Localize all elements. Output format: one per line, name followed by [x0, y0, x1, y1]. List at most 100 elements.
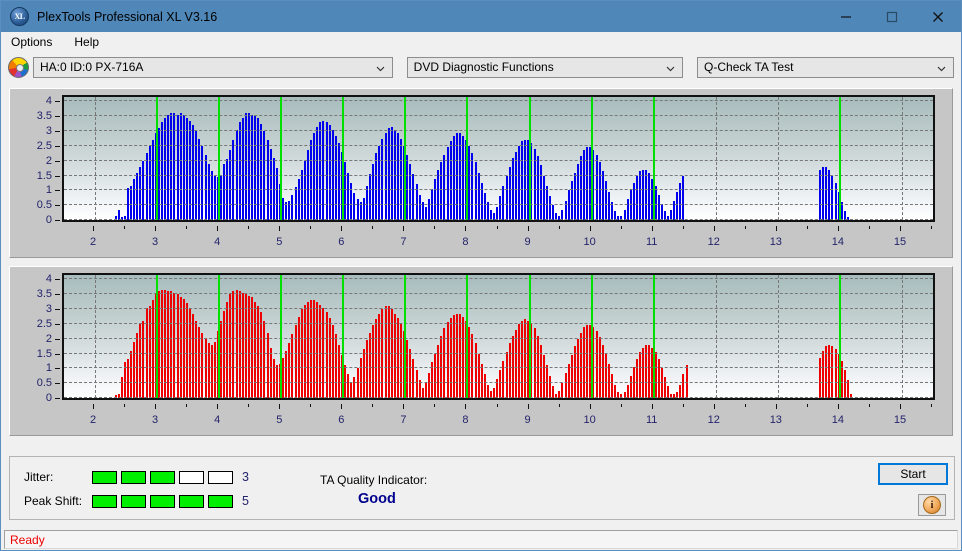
chart-bar: [626, 199, 629, 220]
y-axis-tick-label: 2: [45, 154, 52, 167]
chart-bar: [406, 340, 409, 398]
x-axis-tick: [93, 226, 95, 231]
chart-bar: [598, 162, 601, 220]
chart-bar: [325, 122, 328, 220]
chart-bar: [266, 332, 269, 398]
chart-bar: [679, 384, 682, 398]
chart-bar: [440, 162, 443, 220]
y-axis-tick-label: 3: [45, 125, 52, 138]
chart-bar: [232, 139, 235, 220]
chart-bar: [400, 138, 403, 220]
chart-bar: [604, 181, 607, 220]
chart-bar: [477, 353, 480, 398]
minimize-button[interactable]: [823, 1, 869, 32]
x-axis-tick-label: 5: [276, 236, 283, 248]
gridline-vertical: [777, 275, 779, 398]
chart-bar: [449, 317, 452, 398]
chart-bar: [260, 312, 263, 398]
chevron-down-icon: [937, 62, 946, 72]
chart-bar: [285, 350, 288, 398]
chart-bar: [319, 122, 322, 220]
gridline-vertical: [715, 275, 717, 398]
test-select[interactable]: Q-Check TA Test: [697, 56, 955, 78]
gauge-segment: [121, 494, 146, 508]
track-marker: [280, 97, 283, 220]
gauge-segment: [121, 470, 146, 484]
track-marker: [590, 275, 593, 398]
x-axis-tick-label: 10: [583, 236, 596, 248]
chart-bar: [133, 178, 136, 220]
peak-shift-gauge: [92, 494, 237, 508]
jitter-chart-plot: [62, 95, 935, 222]
gauge-segment: [208, 494, 233, 508]
chart-bar: [201, 145, 204, 220]
chart-bar: [607, 363, 610, 398]
x-axis-tick: [155, 226, 157, 231]
chart-bar: [834, 349, 837, 398]
chart-bar: [502, 185, 505, 220]
y-axis-tick: [55, 368, 60, 370]
chart-bar: [424, 206, 427, 220]
y-axis-tick-label: 4: [45, 273, 52, 286]
chart-bar: [365, 185, 368, 220]
x-axis-tick: [713, 226, 715, 231]
x-axis-tick-label: 12: [707, 414, 720, 426]
jitter-value: 3: [242, 470, 249, 484]
maximize-button[interactable]: [869, 1, 915, 32]
chart-bar: [213, 341, 216, 398]
gridline-horizontal: [64, 219, 933, 220]
chart-bar: [409, 349, 412, 398]
gauge-segment: [92, 470, 117, 484]
chart-bar: [635, 359, 638, 398]
chart-bar: [536, 156, 539, 220]
jitter-chart-x-axis: 2 3 4 5 6 7 8 9 10 11 12 13 14 15: [62, 226, 935, 252]
track-marker: [838, 275, 841, 398]
chart-bar: [372, 325, 375, 398]
x-axis-tick-label: 10: [583, 414, 596, 426]
chart-bar: [642, 347, 645, 398]
y-axis-tick: [55, 205, 60, 207]
gauge-segment: [150, 470, 175, 484]
menu-item-help[interactable]: Help: [71, 34, 102, 50]
chart-bar: [586, 325, 589, 398]
menu-item-options[interactable]: Options: [8, 34, 55, 50]
function-select[interactable]: DVD Diagnostic Functions: [406, 56, 684, 78]
status-bar: Ready: [4, 530, 958, 549]
x-axis-minor-tick: [434, 226, 436, 229]
chart-bar: [499, 196, 502, 220]
chart-bar: [282, 358, 285, 398]
jitter-chart-panel: 0 0.5 1 1.5 2 2.5 3 3.5 4 2 3 4 5 6 7 8 9 10 11 12 13 14 15: [9, 88, 953, 258]
close-button[interactable]: [915, 1, 961, 32]
chart-bar: [288, 343, 291, 398]
chart-bar: [682, 175, 685, 220]
gridline-vertical: [901, 97, 903, 220]
chart-bar: [434, 178, 437, 220]
chart-bar: [192, 313, 195, 398]
gridline-horizontal: [64, 397, 933, 398]
y-axis-tick-label: 2.5: [36, 317, 52, 330]
chart-bar: [306, 150, 309, 220]
y-axis-tick-label: 0.5: [36, 199, 52, 212]
x-axis-tick: [341, 226, 343, 231]
y-axis-tick: [55, 323, 60, 325]
chart-bar: [260, 123, 263, 220]
chart-bar: [474, 343, 477, 398]
chart-bar: [427, 372, 430, 398]
x-axis-minor-tick: [372, 226, 374, 229]
chart-bar: [297, 316, 300, 398]
chart-bar: [369, 174, 371, 220]
chart-bar: [266, 139, 269, 220]
y-axis-tick: [55, 338, 60, 340]
chart-bar: [356, 199, 359, 220]
chart-bar: [645, 169, 648, 220]
y-axis-tick: [55, 279, 60, 281]
chart-bar: [819, 169, 822, 220]
gridline-vertical: [95, 275, 97, 398]
x-axis-tick: [279, 226, 281, 231]
chart-bar: [334, 135, 337, 220]
info-button[interactable]: i: [918, 494, 946, 516]
y-axis-tick-label: 0.5: [36, 377, 52, 390]
drive-select[interactable]: HA:0 ID:0 PX-716A: [33, 56, 393, 78]
start-button[interactable]: Start: [878, 463, 948, 485]
chart-bar: [459, 313, 462, 398]
